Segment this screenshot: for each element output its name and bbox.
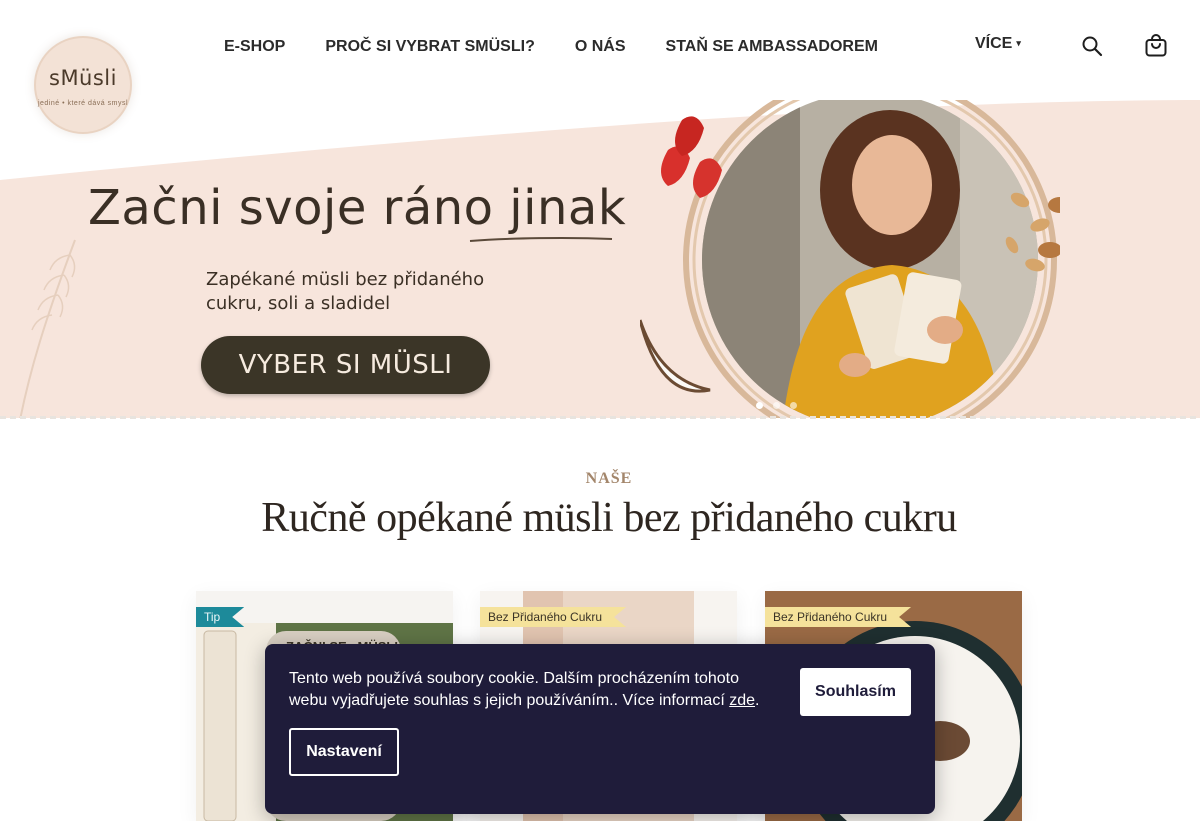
cookie-settings-button[interactable]: Nastavení xyxy=(289,728,399,776)
nav-item-ambassador[interactable]: STAŇ SE AMBASSADOREM xyxy=(666,38,878,56)
carousel-dot[interactable] xyxy=(773,402,780,409)
accept-cookies-button[interactable]: Souhlasím xyxy=(800,668,911,716)
main-nav: E-SHOP PROČ SI VYBRAT SMÜSLI? O NÁS STAŇ… xyxy=(224,38,878,56)
carousel-dots xyxy=(756,402,797,409)
logo-tagline: jediné • které dává smysl xyxy=(37,100,129,107)
more-info-link[interactable]: zde xyxy=(729,692,755,709)
nav-item-eshop[interactable]: E-SHOP xyxy=(224,38,285,56)
choose-muesli-button[interactable]: VYBER SI MÜSLI xyxy=(201,336,490,394)
carousel-dot[interactable] xyxy=(790,402,797,409)
section-title: Ručně opékané müsli bez přidaného cukru xyxy=(261,495,957,541)
cookie-banner: Tento web používá soubory cookie. Dalším… xyxy=(265,644,935,814)
cookie-message: Tento web používá soubory cookie. Dalším… xyxy=(289,668,779,712)
hero-photo xyxy=(640,100,1060,418)
section-eyebrow: NAŠE xyxy=(585,470,633,487)
headline-underline xyxy=(469,236,613,242)
cart-icon[interactable] xyxy=(1144,34,1168,58)
hero-banner[interactable]: Začni svoje ráno jinak Zapékané müsli be… xyxy=(0,100,1200,418)
search-icon[interactable] xyxy=(1080,34,1104,58)
badge-no-added-sugar: Bez Přidaného Cukru xyxy=(480,607,626,627)
more-menu[interactable]: VÍCE ▾ xyxy=(975,35,1021,53)
carousel-dot[interactable] xyxy=(756,402,763,409)
more-label: VÍCE xyxy=(975,35,1013,52)
nav-item-about[interactable]: O NÁS xyxy=(575,38,626,56)
cookie-text: Tento web používá soubory cookie. Dalším… xyxy=(289,670,740,709)
logo[interactable]: sMüsli jediné • které dává smysl xyxy=(14,16,154,156)
hero-divider xyxy=(0,416,1200,419)
badge-no-added-sugar: Bez Přidaného Cukru xyxy=(765,607,911,627)
logo-badge: sMüsli jediné • které dává smysl xyxy=(34,36,132,134)
logo-text: sMüsli xyxy=(49,66,117,90)
wheat-decoration-icon xyxy=(19,239,76,418)
hero-subline: Zapékané müsli bez přidaného cukru, soli… xyxy=(206,269,485,314)
chevron-down-icon: ▾ xyxy=(1016,38,1021,48)
hero-headline: Začni svoje ráno jinak xyxy=(88,180,627,236)
site-header: sMüsli jediné • které dává smysl E-SHOP … xyxy=(0,0,1200,156)
nav-item-why[interactable]: PROČ SI VYBRAT SMÜSLI? xyxy=(325,38,535,56)
cookie-text-end: . xyxy=(755,692,760,709)
